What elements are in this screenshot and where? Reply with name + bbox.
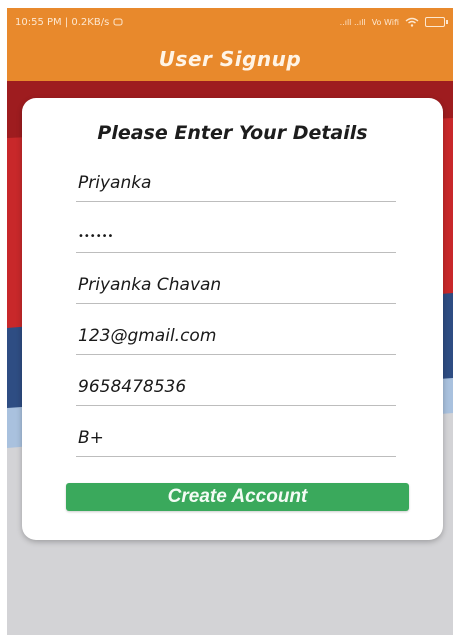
phone-field[interactable]: 9658478536 xyxy=(76,371,396,406)
status-time: 10:55 PM | 0.2KB/s xyxy=(15,16,110,28)
signal-icon: ..ıll ..ıll xyxy=(339,17,366,27)
form-heading: Please Enter Your Details xyxy=(97,122,368,144)
password-value: •••••• xyxy=(78,231,114,242)
vowifi-label: Vo Wifi xyxy=(371,17,399,27)
full-name-field[interactable]: Priyanka Chavan xyxy=(76,269,396,304)
signup-card: Please Enter Your Details Priyanka •••••… xyxy=(22,98,443,540)
full-name-value: Priyanka Chavan xyxy=(78,275,222,295)
create-account-button[interactable]: Create Account xyxy=(66,483,409,511)
app-bar: User Signup xyxy=(7,36,453,81)
status-bar: 10:55 PM | 0.2KB/s ..ıll ..ıll Vo Wifi xyxy=(7,8,453,36)
email-value: 123@gmail.com xyxy=(78,326,217,346)
password-field[interactable]: •••••• xyxy=(76,218,396,253)
wifi-icon xyxy=(405,17,419,27)
page-title: User Signup xyxy=(158,46,302,71)
username-value: Priyanka xyxy=(78,173,152,193)
phone-value: 9658478536 xyxy=(78,377,187,397)
battery-icon xyxy=(425,17,448,27)
notification-icon xyxy=(113,18,123,26)
blood-group-field[interactable]: B+ xyxy=(76,422,396,457)
email-field[interactable]: 123@gmail.com xyxy=(76,320,396,355)
phone-screen: 10:55 PM | 0.2KB/s ..ıll ..ıll Vo Wifi U… xyxy=(7,8,453,635)
blood-group-value: B+ xyxy=(78,428,104,448)
username-field[interactable]: Priyanka xyxy=(76,167,396,202)
